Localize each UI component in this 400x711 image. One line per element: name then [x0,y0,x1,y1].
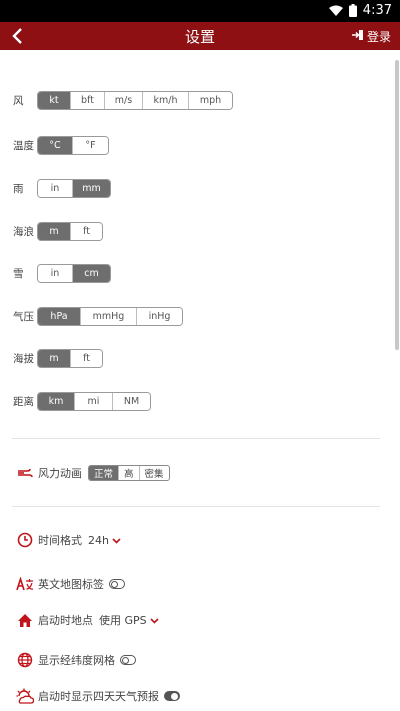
unit-option[interactable]: bft [70,91,104,109]
forecast-row: 启动时显示四天天气预报 [16,686,180,706]
time-format-row[interactable]: 时间格式 24h [16,530,121,550]
startup-location-label: 启动时地点 [38,614,93,627]
time-format-label: 时间格式 [38,534,82,547]
login-label: 登录 [366,30,391,44]
globe-icon [16,651,34,669]
unit-row: 海拔 m ft [13,348,103,368]
unit-row: 海浪 m ft [13,221,103,241]
unit-selector: m ft [37,348,103,368]
chevron-down-icon[interactable] [150,614,159,627]
english-labels-label: 英文地图标签 [38,578,104,591]
unit-option[interactable]: km/h [142,91,188,109]
unit-label: 风 [13,94,24,107]
grid-row: 显示经纬度网格 [16,650,136,670]
clock-icon [16,531,34,549]
translate-icon [16,575,34,593]
login-icon [351,29,364,44]
startup-location-value[interactable]: 使用 GPS [99,612,147,628]
unit-option[interactable]: kt [38,91,70,109]
unit-option[interactable]: hPa [38,307,80,325]
time-format-value[interactable]: 24h [88,534,109,547]
wind-animation-option[interactable]: 正常 [89,466,119,480]
chevron-down-icon[interactable] [112,534,121,547]
unit-label: 温度 [13,139,34,152]
wind-animation-option[interactable]: 密集 [138,466,169,480]
unit-option[interactable]: mph [188,91,232,109]
unit-option[interactable]: m [38,222,70,240]
unit-label: 雪 [13,267,24,280]
unit-label: 距离 [13,395,34,408]
unit-label: 雨 [13,182,24,195]
unit-selector: km mi NM [37,391,151,411]
unit-option[interactable]: m/s [104,91,142,109]
divider [12,506,380,507]
unit-option[interactable]: ft [70,349,102,367]
unit-option[interactable]: mmHg [80,307,136,325]
wind-icon [16,464,34,482]
forecast-toggle[interactable] [164,691,180,701]
unit-label: 海拔 [13,352,34,365]
wifi-icon [328,5,343,17]
unit-option[interactable]: m [38,349,70,367]
unit-option[interactable]: in [38,179,72,197]
home-icon [16,611,34,629]
forecast-label: 启动时显示四天天气预报 [38,690,159,703]
unit-label: 海浪 [13,225,34,238]
unit-row: 温度 °C °F [13,135,109,155]
status-bar: 4:37 [0,0,400,22]
unit-row: 雪 in cm [13,263,111,283]
unit-option[interactable]: in [38,264,72,282]
english-labels-toggle[interactable] [109,579,125,589]
sun-cloud-icon [16,687,34,705]
unit-selector: in cm [37,263,111,283]
unit-option[interactable]: inHg [136,307,182,325]
grid-label: 显示经纬度网格 [38,654,115,667]
unit-label: 气压 [13,310,34,323]
unit-selector: hPa mmHg inHg [37,306,183,326]
divider [12,438,380,439]
unit-row: 距离 km mi NM [13,391,151,411]
unit-option[interactable]: mm [72,179,110,197]
unit-selector: kt bft m/s km/h mph [37,90,233,110]
unit-option[interactable]: °F [72,136,108,154]
wind-animation-option[interactable]: 高 [118,466,139,480]
wind-animation-label: 风力动画 [38,467,82,480]
unit-selector: m ft [37,221,103,241]
unit-option[interactable]: mi [74,392,112,410]
grid-toggle[interactable] [120,655,136,665]
unit-option[interactable]: °C [38,136,72,154]
wind-animation-selector: 正常高密集 [88,465,170,481]
login-button[interactable]: 登录 [351,28,391,45]
wind-animation-row: 风力动画 正常高密集 [16,463,170,483]
page-title: 设置 [184,28,215,46]
english-labels-row: 英文地图标签 [16,574,125,594]
unit-row: 雨 in mm [13,178,111,198]
unit-selector: °C °F [37,135,109,155]
unit-option[interactable]: ft [70,222,102,240]
unit-row: 气压 hPa mmHg inHg [13,306,183,326]
unit-option[interactable]: km [38,392,74,410]
battery-icon [348,4,357,17]
status-time: 4:37 [362,3,392,18]
unit-selector: in mm [37,178,111,198]
app-bar: 设置 登录 [0,22,400,50]
unit-option[interactable]: cm [72,264,110,282]
scrollbar[interactable] [395,60,399,350]
unit-option[interactable]: NM [112,392,150,410]
unit-row: 风 kt bft m/s km/h mph [13,90,233,110]
startup-location-row[interactable]: 启动时地点 使用 GPS [16,610,159,630]
